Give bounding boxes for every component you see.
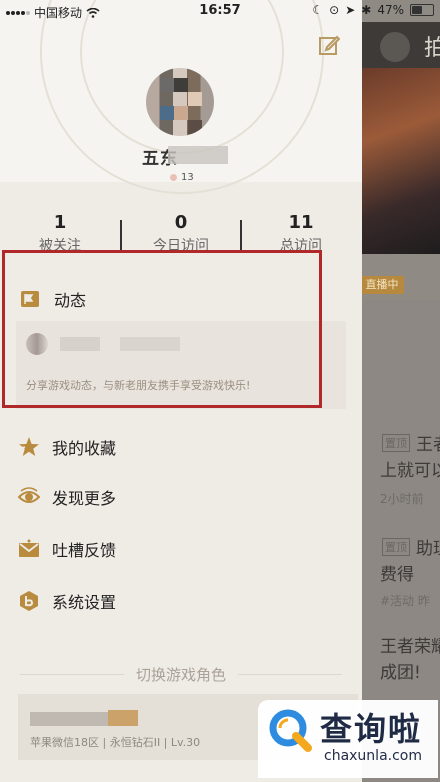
live-badge: 直播中 (360, 276, 404, 294)
menu-label: 发现更多 (52, 489, 117, 508)
stat-today-visits[interactable]: 0 今日访问 (121, 212, 241, 255)
switch-role-title: 切换游戏角色 (0, 664, 362, 685)
stat-followers[interactable]: 1 被关注 (0, 212, 120, 255)
background-title: 拍 (424, 36, 440, 61)
menu-item-favorites[interactable]: 我的收藏 (18, 432, 116, 462)
bluetooth-icon: ✱ (361, 3, 372, 17)
level-icon (170, 174, 177, 181)
avatar[interactable] (146, 68, 214, 136)
menu-label: 我的收藏 (52, 439, 117, 458)
background-feed-line: 成团! (380, 663, 421, 683)
menu-label: 吐槽反馈 (52, 541, 117, 560)
eye-icon (18, 487, 40, 503)
background-tag: 置顶 (382, 434, 410, 452)
role-name-blurred (30, 712, 108, 726)
level-badge: 13 (170, 172, 194, 183)
stat-total-visits[interactable]: 11 总访问 (241, 212, 361, 255)
watermark-url: chaxunla.com (324, 748, 422, 764)
background-feed-line: 王者荣耀 (380, 637, 440, 657)
nickname: 五东 (120, 144, 240, 169)
background-banner (360, 68, 440, 254)
background-feed-line: 王者 (416, 435, 440, 455)
level-value: 13 (181, 172, 194, 183)
background-feed-time: 2小时前 (380, 492, 424, 506)
moon-icon: ☾ (312, 3, 324, 17)
battery-icon (410, 4, 434, 16)
background-tag: 置顶 (382, 538, 410, 556)
watermark-text: 查询啦 (320, 710, 423, 748)
location-icon: ➤ (345, 3, 356, 17)
menu-item-discover[interactable]: 发现更多 (18, 482, 116, 512)
background-feed-line: 助理 (416, 539, 440, 559)
lock-icon: ⊙ (329, 3, 340, 17)
background-feed-line: 上就可以 (380, 461, 440, 481)
stat-value: 11 (288, 212, 314, 233)
edit-icon[interactable] (318, 34, 340, 56)
menu-item-feedback[interactable]: 吐槽反馈 (18, 534, 116, 564)
nickname-blurred (168, 146, 228, 164)
watermark: 查询啦 chaxunla.com (258, 700, 438, 778)
settings-icon (20, 591, 38, 611)
menu-item-settings[interactable]: 系统设置 (18, 586, 116, 616)
role-info: 苹果微信18区 | 永恒钻石II | Lv.30 (30, 736, 201, 749)
status-bar: 中国移动 16:57 ☾ ⊙ ➤ ✱ 47% (0, 0, 440, 22)
mail-icon (19, 539, 39, 557)
stat-value: 0 (174, 212, 188, 233)
background-feed-meta: #活动 昨 (380, 594, 430, 608)
menu-label: 系统设置 (52, 593, 117, 612)
side-drawer: 五东 13 1 被关注 0 今日访问 11 总访问 动态 分享游戏动态，与新老朋… (0, 0, 362, 782)
background-feed-line: 费得 (380, 565, 414, 585)
stat-value: 1 (53, 212, 67, 233)
battery-percent: 47% (377, 3, 404, 17)
role-name-blurred (108, 710, 138, 726)
star-icon (19, 437, 39, 456)
background-avatar (380, 32, 410, 62)
switch-role-title-text: 切换游戏角色 (123, 666, 238, 684)
watermark-logo-icon (269, 709, 312, 752)
feed-highlight-box (2, 250, 322, 408)
